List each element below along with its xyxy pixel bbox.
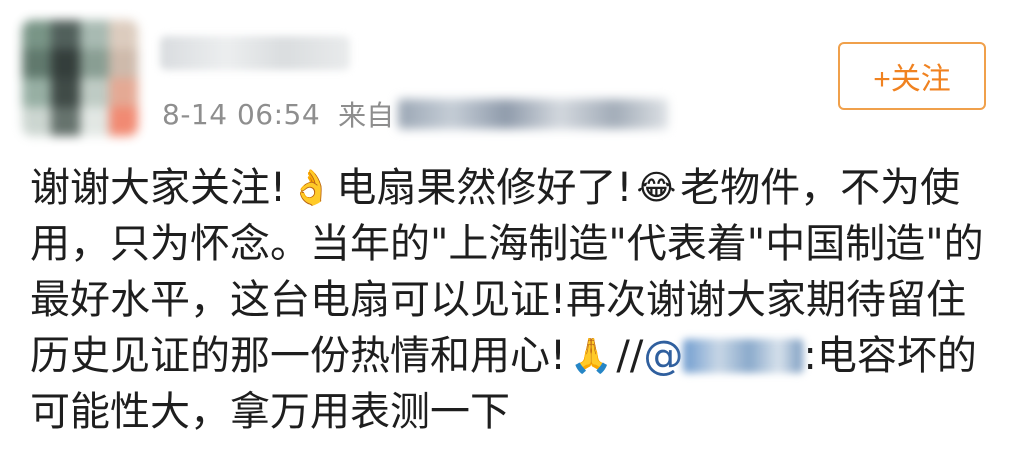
mention-at-sign: @: [643, 333, 684, 379]
post-line-3: 最好水平，这台电扇可以见证!再次谢谢大家期待留住: [30, 277, 967, 323]
follow-button[interactable]: +关注: [838, 42, 986, 110]
post-text-segment: 老物件，不为使: [680, 165, 961, 211]
post-text-segment: 电扇果然修好了!: [336, 165, 633, 211]
praying-hands-icon: 🙏: [570, 336, 613, 376]
post-text-segment: 谢谢大家关注!: [30, 165, 287, 211]
post-line-2: 用，只为怀念。当年的"上海制造"代表着"中国制造"的: [30, 221, 984, 267]
post-source-label: 来自: [338, 99, 395, 132]
post-text-segment: 历史见证的那一份热情和用心!: [30, 333, 567, 379]
mention-name-redacted: [683, 339, 804, 373]
post-timestamp: 8-14 06:54: [162, 97, 321, 131]
post-text-segment: :电容坏的: [803, 333, 977, 379]
repost-separator: //: [616, 333, 644, 379]
post-meta: 8-14 06:54 来自: [162, 94, 669, 134]
post-line-5: 可能性大，拿万用表测一下: [30, 389, 510, 435]
avatar[interactable]: [22, 20, 138, 136]
username-redacted[interactable]: [160, 36, 350, 70]
post-body: 谢谢大家关注! 👌 电扇果然修好了! 😂 老物件，不为使 用，只为怀念。当年的"上海制造…: [30, 160, 984, 440]
post-source-redacted: [398, 99, 669, 129]
tears-of-joy-icon: 😂: [636, 168, 677, 208]
post-line-1: 谢谢大家关注! 👌 电扇果然修好了! 😂 老物件，不为使: [30, 160, 980, 216]
mention-link[interactable]: @: [643, 333, 804, 379]
post-line-4: 历史见证的那一份热情和用心! 🙏//@ :电容坏的: [30, 328, 980, 384]
ok-hand-icon: 👌: [290, 168, 333, 208]
